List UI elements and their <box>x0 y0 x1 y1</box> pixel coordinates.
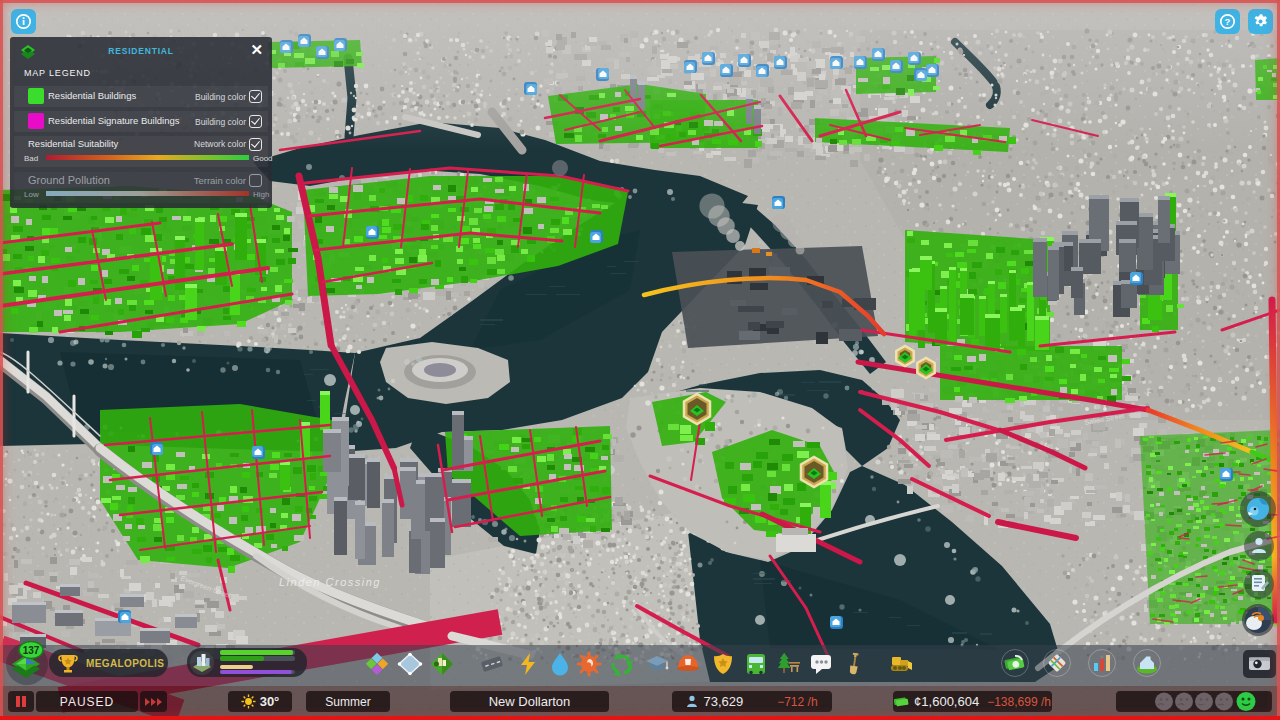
svg-text:Linden Crossing: Linden Crossing <box>279 576 381 588</box>
svg-text:137: 137 <box>23 645 40 656</box>
svg-text:?: ? <box>1225 16 1231 27</box>
